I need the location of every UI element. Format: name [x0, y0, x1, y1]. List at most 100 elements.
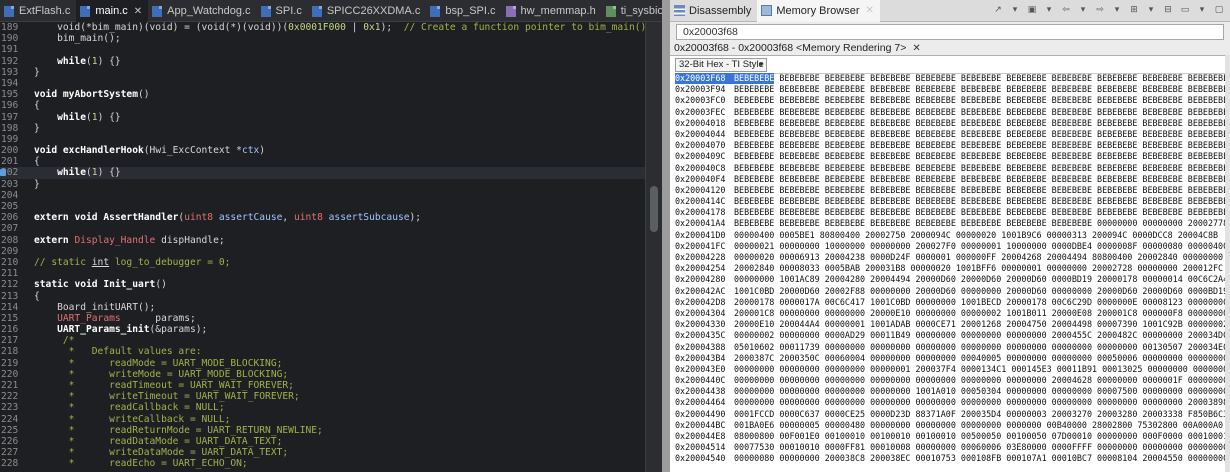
memory-address[interactable]: 0x200040C8 [675, 163, 734, 174]
toolbar-icon[interactable]: ↗ [991, 4, 1005, 17]
memory-values[interactable]: BEBEBEBE BEBEBEBE BEBEBEBE BEBEBEBE BEBE… [734, 118, 1225, 129]
memory-address[interactable]: 0x200041D0 [675, 230, 734, 241]
toolbar-icon[interactable]: ⇦ [1059, 4, 1073, 17]
memory-address[interactable]: 0x200041A4 [675, 218, 734, 229]
memory-address[interactable]: 0x20003F68 [675, 73, 734, 85]
memory-values[interactable]: BEBEBEBE BEBEBEBE BEBEBEBE BEBEBEBE BEBE… [734, 185, 1225, 196]
memory-scrollbar[interactable] [1225, 55, 1230, 472]
memory-address[interactable]: 0x20004330 [675, 319, 734, 330]
tab-disassembly[interactable]: Disassembly [670, 0, 757, 22]
memory-values[interactable]: 00077530 00010010 0000FF81 00010008 0000… [734, 442, 1225, 453]
memory-address[interactable]: 0x20004018 [675, 118, 734, 129]
close-icon[interactable]: ✕ [865, 5, 873, 16]
memory-address[interactable]: 0x200044BC [675, 420, 734, 431]
memory-address[interactable]: 0x20004514 [675, 442, 734, 453]
memory-address[interactable]: 0x200042AC [675, 286, 734, 297]
toolbar-icon[interactable]: ⊞ [1127, 4, 1141, 17]
memory-format-dropdown[interactable]: 32-Bit Hex - TI Style ▾ [675, 58, 767, 72]
memory-values[interactable]: 00000080 00000000 200038C8 200038EC 0001… [734, 453, 1225, 464]
memory-values[interactable]: BEBEBEBE BEBEBEBE BEBEBEBE BEBEBEBE BEBE… [734, 174, 1225, 185]
memory-values[interactable]: BEBEBEBE BEBEBEBE BEBEBEBE BEBEBEBE BEBE… [734, 218, 1225, 229]
memory-values[interactable]: 00000000 00000000 00000000 00000000 1001… [734, 386, 1225, 397]
memory-address[interactable]: 0x20004120 [675, 185, 734, 196]
tab-spi-c[interactable]: SPI.c [257, 0, 308, 22]
memory-address[interactable]: 0x200043E0 [675, 364, 734, 375]
close-icon[interactable]: ✕ [134, 6, 142, 17]
memory-address[interactable]: 0x20004044 [675, 129, 734, 140]
toolbar-icon[interactable]: ▾ [1144, 4, 1158, 17]
memory-address[interactable]: 0x20004254 [675, 263, 734, 274]
memory-values[interactable]: 20002840 00008033 0005BAB 200031B8 00000… [734, 263, 1223, 274]
memory-address[interactable]: 0x20004464 [675, 397, 734, 408]
memory-values[interactable]: 20000178 0000017A 00C6C417 1001C0BD 0000… [734, 297, 1225, 308]
memory-values[interactable]: 00000000 00000000 00000000 00000001 2000… [734, 364, 1225, 375]
memory-values[interactable]: BEBEBEBE BEBEBEBE BEBEBEBE BEBEBEBE BEBE… [734, 140, 1225, 151]
memory-address[interactable]: 0x2000440C [675, 375, 734, 386]
memory-address[interactable]: 0x20004438 [675, 386, 734, 397]
memory-address[interactable]: 0x20003F94 [675, 84, 734, 95]
memory-address[interactable]: 0x2000409C [675, 151, 734, 162]
toolbar-icon[interactable]: ▾ [1042, 4, 1056, 17]
memory-values[interactable]: 20000E10 200044A4 00000001 1001ADAB 0000… [734, 319, 1225, 330]
toolbar-icon[interactable]: ▾ [1076, 4, 1090, 17]
toolbar-icon[interactable]: ⊟ [1161, 4, 1175, 17]
memory-values[interactable]: BEBEBEBE BEBEBEBE BEBEBEBE BEBEBEBE BEBE… [734, 151, 1225, 162]
tab-app-watchdog-c[interactable]: App_Watchdog.c [148, 0, 256, 22]
memory-values[interactable]: 0001FCCD 0000C637 0000CE25 0000D23D 8837… [734, 409, 1225, 420]
memory-values[interactable]: BEBEBEBE BEBEBEBE BEBEBEBE BEBEBEBE BEBE… [734, 163, 1225, 174]
close-icon[interactable]: ✕ [912, 43, 920, 54]
code-editor-pane[interactable]: ExtFlash.c main.c ✕ App_Watchdog.c SPI.c SPIC… [0, 0, 684, 472]
memory-address[interactable]: 0x200044E8 [675, 431, 734, 442]
memory-address[interactable]: 0x20003FEC [675, 107, 734, 118]
memory-values[interactable]: 00000400 0005BE1 80800400 20002750 20000… [734, 230, 1218, 241]
tab-spicc26xxdma-c[interactable]: SPICC26XXDMA.c [308, 0, 427, 22]
memory-values[interactable]: 2000387C 2000350C 00060004 00000000 0000… [734, 353, 1225, 364]
toolbar-icon[interactable]: ▭ [1178, 4, 1192, 17]
memory-values[interactable]: BEBEBEBE BEBEBEBE BEBEBEBE BEBEBEBE BEBE… [734, 95, 1225, 106]
memory-address[interactable]: 0x2000435C [675, 330, 734, 341]
memory-values[interactable]: 05010602 00011739 00000000 00000000 0000… [734, 342, 1225, 353]
memory-values[interactable]: BEBEBEBE BEBEBEBE BEBEBEBE BEBEBEBE BEBE… [734, 196, 1225, 207]
memory-address[interactable]: 0x20004178 [675, 207, 734, 218]
memory-rendering-area[interactable]: 32-Bit Hex - TI Style ▾ 0x20003F68 BEBEBE… [670, 55, 1230, 472]
memory-values[interactable]: 200001C8 00000000 00000000 20000E10 0000… [734, 308, 1225, 319]
memory-values[interactable]: 00000002 00000000 0000AD29 00011B49 0000… [734, 330, 1225, 341]
memory-address[interactable]: 0x20003FC0 [675, 95, 734, 106]
tab-hw-memmap-h[interactable]: hw_memmap.h [502, 0, 602, 22]
editor-scrollbar[interactable] [645, 22, 662, 472]
memory-values[interactable]: 1001C0BD 20000D60 20002F88 00000000 2000… [734, 286, 1225, 297]
memory-rendering-tab[interactable]: 0x20003f68 - 0x20003f68 <Memory Renderin… [670, 41, 925, 55]
memory-values[interactable]: 00000000 00000000 00000000 00000000 0000… [734, 397, 1225, 408]
memory-address[interactable]: 0x2000414C [675, 196, 734, 207]
memory-address[interactable]: 0x20004228 [675, 252, 734, 263]
editor-scrollbar-thumb[interactable] [650, 186, 658, 232]
memory-address[interactable]: 0x20004388 [675, 342, 734, 353]
memory-values[interactable]: BEBEBEBE BEBEBEBE BEBEBEBE BEBEBEBE BEBE… [734, 73, 1225, 85]
memory-values[interactable]: 08000800 00F001E0 00100010 00100010 0010… [734, 431, 1225, 442]
memory-values[interactable]: 00000021 00000000 10000000 00000000 2000… [734, 241, 1225, 252]
memory-address[interactable]: 0x20004280 [675, 274, 734, 285]
toolbar-icon[interactable]: ▾ [1110, 4, 1124, 17]
tab-extflash-c[interactable]: ExtFlash.c [0, 0, 76, 22]
memory-selected-word[interactable]: BEBEBEBE [734, 73, 775, 85]
memory-address[interactable]: 0x200043B4 [675, 353, 734, 364]
memory-address[interactable]: 0x20004070 [675, 140, 734, 151]
memory-address[interactable]: 0x20004304 [675, 308, 734, 319]
toolbar-icon[interactable]: ▢ [1212, 4, 1226, 17]
toolbar-icon[interactable]: ▾ [1008, 4, 1022, 17]
pane-splitter[interactable] [662, 0, 670, 472]
memory-values[interactable]: BEBEBEBE BEBEBEBE BEBEBEBE BEBEBEBE BEBE… [734, 129, 1225, 140]
toolbar-icon[interactable]: ▣ [1025, 4, 1039, 17]
memory-address[interactable]: 0x200041FC [675, 241, 734, 252]
memory-values[interactable]: 00000020 00006913 20004238 0000D24F 0000… [734, 252, 1223, 263]
code-area[interactable]: 189 void(*bim_main)(void) = (void(*)(voi… [0, 22, 645, 472]
memory-address[interactable]: 0x200042D8 [675, 297, 734, 308]
memory-address[interactable]: 0x20004540 [675, 453, 734, 464]
memory-values[interactable]: BEBEBEBE BEBEBEBE BEBEBEBE BEBEBEBE BEBE… [734, 207, 1225, 218]
tab-memory-browser[interactable]: Memory Browser ✕ [757, 0, 880, 22]
memory-values[interactable]: 00000000 00000000 00000000 00000000 0000… [734, 375, 1225, 386]
toolbar-icon[interactable]: ⇨ [1093, 4, 1107, 17]
memory-address-input[interactable]: 0x20003f68 [676, 24, 1224, 40]
memory-values[interactable]: BEBEBEBE BEBEBEBE BEBEBEBE BEBEBEBE BEBE… [734, 107, 1225, 118]
tab-main-c[interactable]: main.c ✕ [76, 0, 149, 22]
